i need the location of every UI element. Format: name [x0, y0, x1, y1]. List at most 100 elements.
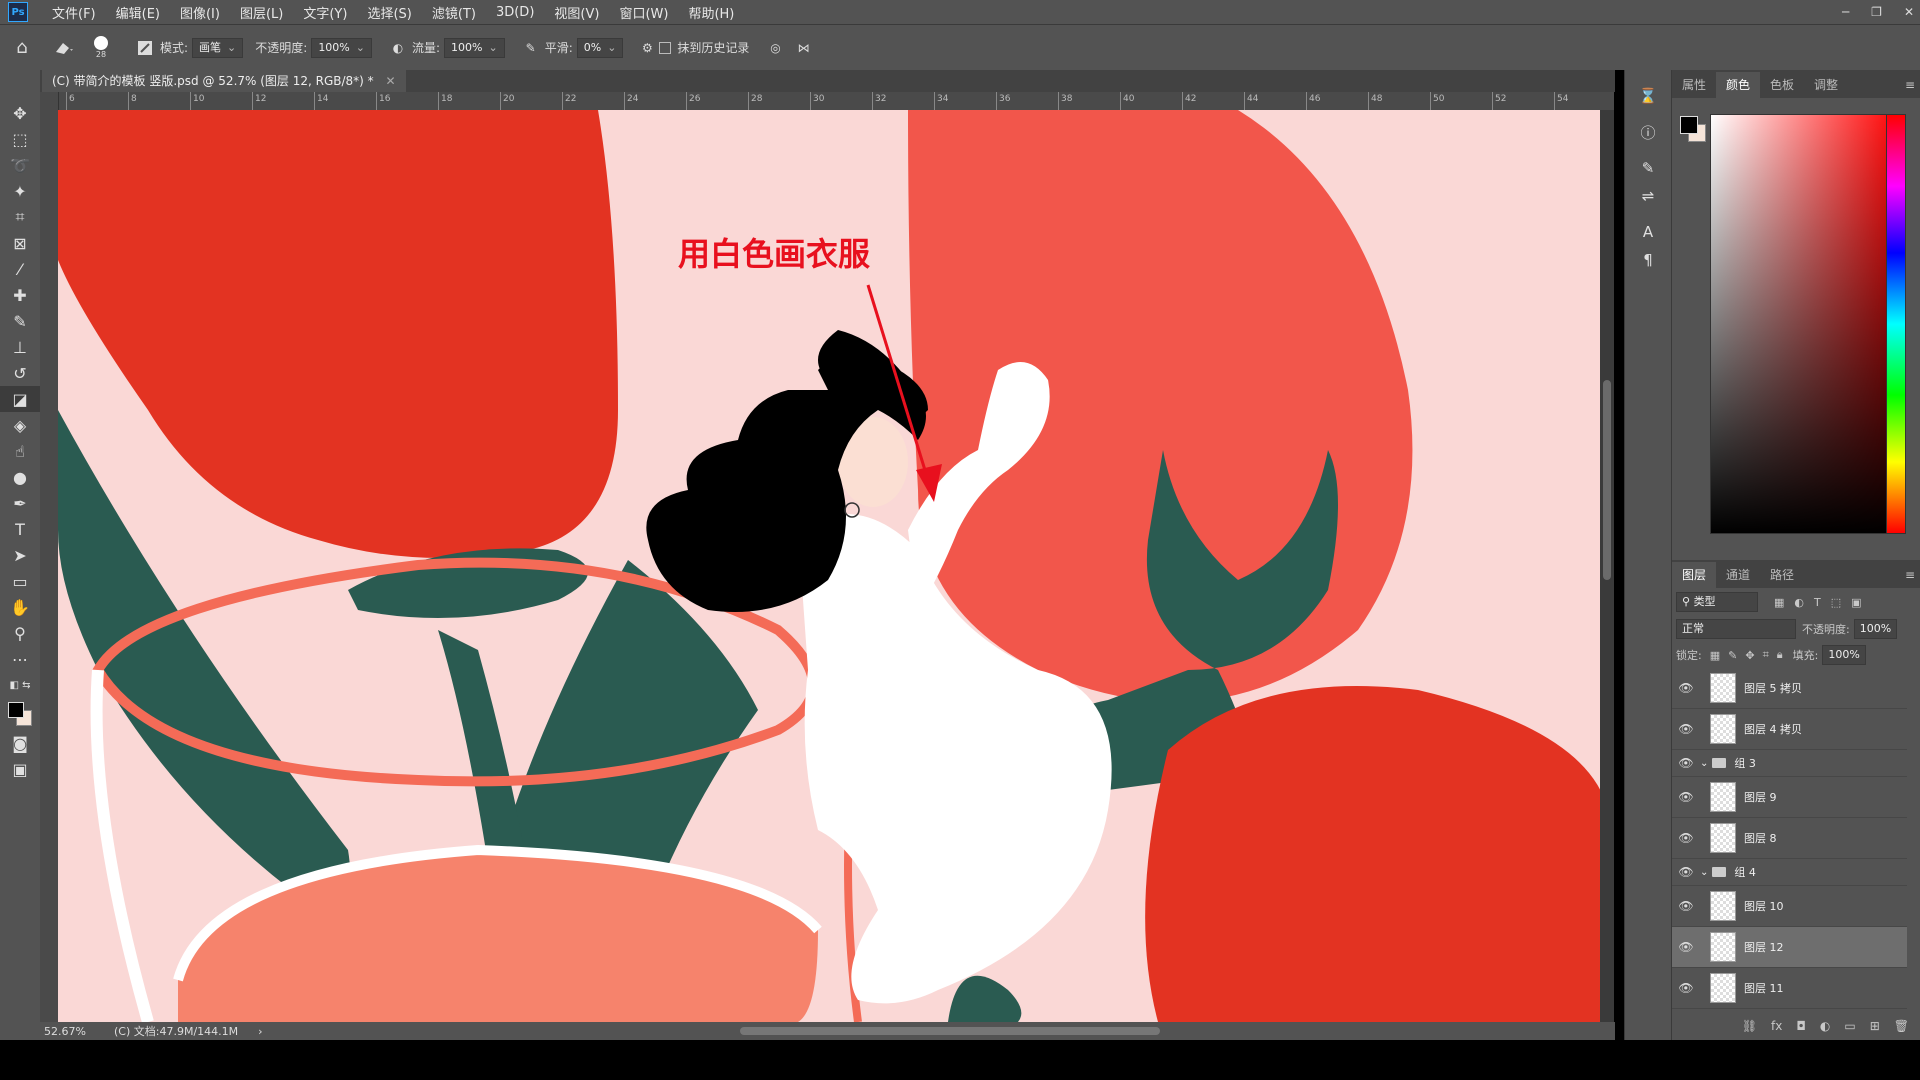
vertical-scroll-thumb[interactable]: [1603, 380, 1611, 580]
history-checkbox[interactable]: [659, 41, 672, 54]
layers-menu-icon[interactable]: ≡: [1899, 562, 1920, 588]
adjustments-icon[interactable]: ⇌: [1625, 182, 1671, 210]
menu-view[interactable]: 视图(V): [544, 3, 609, 22]
pressure-size-icon[interactable]: ◎: [761, 41, 789, 55]
path-selection-tool-icon[interactable]: ➤: [0, 542, 40, 568]
tab-color[interactable]: 颜色: [1716, 72, 1761, 98]
link-layers-icon[interactable]: ⛓: [1742, 1019, 1757, 1033]
move-tool-icon[interactable]: ✥: [0, 100, 40, 126]
group-row[interactable]: 👁︎ ⌄ 组 4: [1672, 859, 1907, 886]
filter-pixel-icon[interactable]: ▦: [1774, 596, 1784, 609]
new-layer-icon[interactable]: ⊞: [1870, 1019, 1880, 1033]
more-tools-icon[interactable]: ⋯: [0, 646, 40, 672]
zoom-level[interactable]: 52.67%: [40, 1025, 104, 1038]
foreground-color-swatch[interactable]: [8, 702, 24, 718]
zoom-tool-icon[interactable]: ⚲: [0, 620, 40, 646]
quick-mask-icon[interactable]: ◙: [0, 730, 40, 756]
panel-menu-icon[interactable]: ≡: [1899, 72, 1920, 98]
tab-properties[interactable]: 属性: [1672, 72, 1716, 98]
tab-channels[interactable]: 通道: [1716, 562, 1760, 588]
lasso-tool-icon[interactable]: ➰: [0, 152, 40, 178]
artboard[interactable]: 用白色画衣服: [58, 110, 1608, 1022]
opacity-field[interactable]: 100%: [311, 37, 372, 58]
filter-shape-icon[interactable]: ⬚: [1831, 596, 1841, 609]
layer-filter-select[interactable]: ⚲ 类型: [1676, 592, 1758, 612]
mode-select[interactable]: 画笔: [192, 37, 244, 58]
layer-row[interactable]: 👁︎ 图层 9: [1672, 777, 1907, 818]
visibility-eye-icon[interactable]: 👁︎: [1672, 940, 1700, 954]
color-panel-fg-swatch[interactable]: [1680, 116, 1698, 134]
crop-tool-icon[interactable]: ⌗: [0, 204, 40, 230]
eraser-tool-icon[interactable]: ◪: [0, 386, 40, 412]
visibility-eye-icon[interactable]: 👁︎: [1672, 981, 1700, 995]
menu-type[interactable]: 文字(Y): [293, 3, 357, 22]
layer-row[interactable]: 👁︎ 图层 4 拷贝: [1672, 709, 1907, 750]
hue-slider[interactable]: [1886, 114, 1906, 534]
symmetry-icon[interactable]: ⋈: [789, 41, 817, 55]
settings-gear-icon[interactable]: ⚙: [635, 41, 659, 55]
layer-row[interactable]: 👁︎ 图层 8: [1672, 818, 1907, 859]
new-group-icon[interactable]: ▭: [1844, 1019, 1855, 1033]
foreground-background-colors[interactable]: [0, 698, 40, 730]
healing-brush-tool-icon[interactable]: ✚: [0, 282, 40, 308]
group-row[interactable]: 👁︎ ⌄ 组 3: [1672, 750, 1907, 777]
lock-all-icon[interactable]: 🔒︎: [1777, 648, 1783, 662]
paint-bucket-tool-icon[interactable]: ◈: [0, 412, 40, 438]
group-chevron-icon[interactable]: ⌄: [1700, 758, 1708, 769]
restore-icon[interactable]: ❐: [1871, 5, 1882, 19]
default-colors-icon[interactable]: ◧ ⇆: [0, 672, 40, 698]
menu-3d[interactable]: 3D(D): [486, 5, 544, 20]
layer-row[interactable]: 👁︎ 图层 5 拷贝: [1672, 668, 1907, 709]
airbrush-icon[interactable]: ✎: [517, 41, 545, 55]
canvas-area[interactable]: 用白色画衣服: [58, 110, 1614, 1022]
lock-image-icon[interactable]: ✎: [1728, 649, 1737, 662]
filter-smart-icon[interactable]: ▣: [1851, 596, 1861, 609]
visibility-eye-icon[interactable]: 👁︎: [1672, 756, 1700, 770]
color-panel-swatches[interactable]: [1680, 116, 1706, 142]
menu-layer[interactable]: 图层(L): [230, 3, 293, 22]
visibility-eye-icon[interactable]: 👁︎: [1672, 899, 1700, 913]
layer-row[interactable]: 👁︎ 图层 10: [1672, 886, 1907, 927]
visibility-eye-icon[interactable]: 👁︎: [1672, 790, 1700, 804]
paragraph-panel-icon[interactable]: ¶: [1625, 246, 1671, 274]
tab-swatches[interactable]: 色板: [1760, 72, 1804, 98]
pen-tool-icon[interactable]: ✒: [0, 490, 40, 516]
magic-wand-tool-icon[interactable]: ✦: [0, 178, 40, 204]
dodge-tool-icon[interactable]: ●: [0, 464, 40, 490]
type-tool-icon[interactable]: T: [0, 516, 40, 542]
stamp-tool-icon[interactable]: ⊥: [0, 334, 40, 360]
menu-edit[interactable]: 编辑(E): [106, 3, 170, 22]
menu-window[interactable]: 窗口(W): [609, 3, 678, 22]
marquee-tool-icon[interactable]: ⬚: [0, 126, 40, 152]
document-size[interactable]: (C) 文档:47.9M/144.1M: [114, 1023, 238, 1039]
smoothing-field[interactable]: 0%: [576, 37, 624, 58]
layer-row-selected[interactable]: 👁︎ 图层 12: [1672, 927, 1907, 968]
blend-mode-select[interactable]: 正常: [1676, 619, 1796, 639]
home-icon[interactable]: ⌂: [0, 37, 44, 58]
lock-position-icon[interactable]: ✥: [1745, 649, 1754, 662]
layer-style-icon[interactable]: fx: [1771, 1019, 1782, 1033]
tab-layers[interactable]: 图层: [1672, 562, 1717, 588]
history-panel-icon[interactable]: ⌛: [1625, 82, 1671, 110]
screen-mode-icon[interactable]: ▣: [0, 756, 40, 782]
visibility-eye-icon[interactable]: 👁︎: [1672, 681, 1700, 695]
brush-settings-icon[interactable]: ✎: [1625, 154, 1671, 182]
layer-row[interactable]: 👁︎ 图层 11: [1672, 968, 1907, 1009]
delete-layer-icon[interactable]: 🗑︎: [1894, 1019, 1909, 1033]
fill-field[interactable]: 100%: [1822, 645, 1866, 665]
group-chevron-icon[interactable]: ⌄: [1700, 867, 1708, 878]
brush-size-picker[interactable]: 28: [84, 36, 118, 59]
eyedropper-tool-icon[interactable]: ⁄: [0, 256, 40, 282]
shape-tool-icon[interactable]: ▭: [0, 568, 40, 594]
horizontal-scroll-thumb[interactable]: [740, 1027, 1160, 1035]
layer-opacity-field[interactable]: 100%: [1853, 619, 1898, 639]
pressure-opacity-icon[interactable]: ◐: [384, 41, 412, 55]
minimize-icon[interactable]: ─: [1842, 5, 1849, 19]
brush-panel-icon[interactable]: [130, 40, 160, 56]
status-expand-icon[interactable]: ›: [258, 1025, 262, 1038]
filter-type-icon[interactable]: T: [1814, 596, 1821, 609]
brush-tool-icon[interactable]: ✎: [0, 308, 40, 334]
eraser-tool-preset-icon[interactable]: [44, 40, 84, 56]
character-panel-icon[interactable]: A: [1625, 218, 1671, 246]
vertical-scrollbar[interactable]: [1600, 110, 1614, 1022]
